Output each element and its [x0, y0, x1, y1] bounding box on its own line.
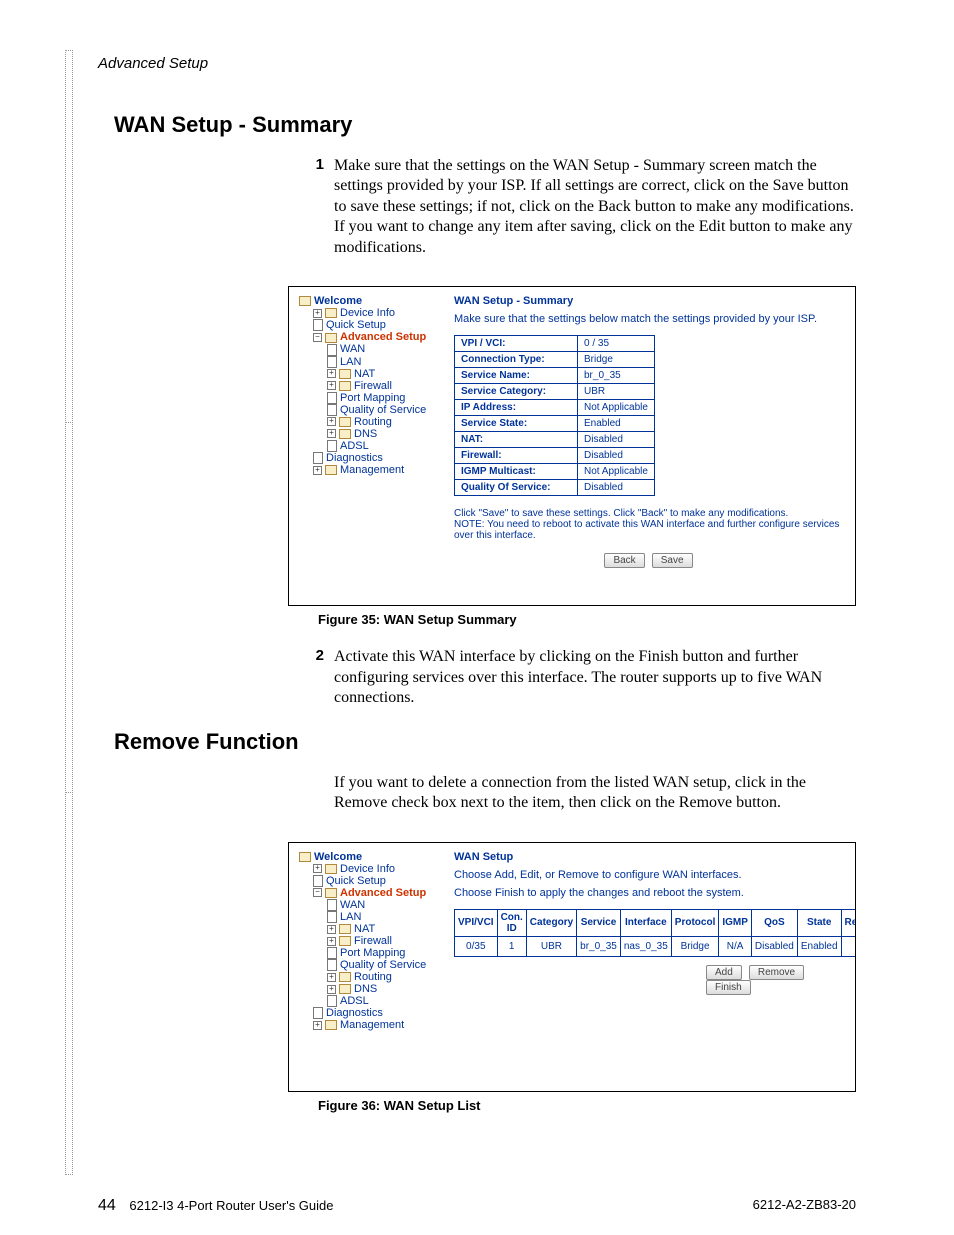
- tree2-adsl[interactable]: ADSL: [340, 995, 369, 1007]
- figure-35-note2: NOTE: You need to reboot to activate thi…: [454, 519, 843, 541]
- tree2-welcome[interactable]: Welcome: [314, 851, 362, 863]
- tree2-quick-setup[interactable]: Quick Setup: [326, 875, 386, 887]
- step-1-number: 1: [298, 156, 334, 258]
- tree-management[interactable]: Management: [340, 464, 404, 476]
- footer-left: 6212-I3 4-Port Router User's Guide: [129, 1198, 333, 1213]
- figure-35-content: WAN Setup - Summary Make sure that the s…: [454, 295, 843, 568]
- tree-firewall[interactable]: Firewall: [354, 380, 392, 392]
- tree2-diagnostics[interactable]: Diagnostics: [326, 1007, 383, 1019]
- tree-wan[interactable]: WAN: [340, 343, 365, 355]
- tree2-dns[interactable]: DNS: [354, 983, 377, 995]
- figure-35-title: WAN Setup - Summary: [454, 295, 843, 307]
- tree2-advanced-setup[interactable]: Advanced Setup: [340, 887, 426, 899]
- footer-right: 6212-A2-ZB83-20: [753, 1197, 856, 1215]
- heading-remove-function: Remove Function: [114, 729, 856, 755]
- running-header: Advanced Setup: [98, 55, 856, 72]
- figure-36-sub1: Choose Add, Edit, or Remove to configure…: [454, 869, 843, 881]
- figure-36: Welcome +Device Info Quick Setup −Advanc…: [288, 842, 856, 1113]
- step-2-text: Activate this WAN interface by clicking …: [334, 647, 856, 708]
- tree2-routing[interactable]: Routing: [354, 971, 392, 983]
- figure-36-content: WAN Setup Choose Add, Edit, or Remove to…: [454, 851, 843, 995]
- step-1: 1 Make sure that the settings on the WAN…: [298, 156, 856, 258]
- tree-advanced-setup[interactable]: Advanced Setup: [340, 331, 426, 343]
- tree2-lan[interactable]: LAN: [340, 911, 361, 923]
- tree2-nat[interactable]: NAT: [354, 923, 375, 935]
- figure-36-title: WAN Setup: [454, 851, 843, 863]
- back-button[interactable]: Back: [604, 553, 644, 568]
- tree-diagnostics[interactable]: Diagnostics: [326, 452, 383, 464]
- nav-tree: Welcome +Device Info Quick Setup −Advanc…: [299, 295, 444, 476]
- tree-lan[interactable]: LAN: [340, 356, 361, 368]
- nav-tree-2: Welcome +Device Info Quick Setup −Advanc…: [299, 851, 444, 1032]
- step-2-number: 2: [298, 647, 334, 708]
- tree-adsl[interactable]: ADSL: [340, 440, 369, 452]
- tree2-qos[interactable]: Quality of Service: [340, 959, 426, 971]
- tree-port-mapping[interactable]: Port Mapping: [340, 392, 405, 404]
- page: Advanced Setup WAN Setup - Summary 1 Mak…: [0, 0, 954, 1235]
- tree2-wan[interactable]: WAN: [340, 899, 365, 911]
- tree-quick-setup[interactable]: Quick Setup: [326, 319, 386, 331]
- remove-paragraph: If you want to delete a connection from …: [334, 773, 856, 814]
- figure-35-subtitle: Make sure that the settings below match …: [454, 313, 843, 325]
- figure-36-caption: Figure 36: WAN Setup List: [318, 1098, 856, 1113]
- table-row: 0/35 1 UBR br_0_35 nas_0_35 Bridge N/A D…: [455, 936, 857, 956]
- figure-35-caption: Figure 35: WAN Setup Summary: [318, 612, 856, 627]
- tree-device-info[interactable]: Device Info: [340, 307, 395, 319]
- figure-35: Welcome +Device Info Quick Setup −Advanc…: [288, 286, 856, 627]
- table-header-row: VPI/VCI Con. ID Category Service Interfa…: [455, 909, 857, 936]
- page-number: 44: [98, 1197, 116, 1214]
- tree2-device-info[interactable]: Device Info: [340, 863, 395, 875]
- tree2-port-mapping[interactable]: Port Mapping: [340, 947, 405, 959]
- remove-button[interactable]: Remove: [749, 965, 804, 980]
- step-2: 2 Activate this WAN interface by clickin…: [298, 647, 856, 708]
- tree-routing[interactable]: Routing: [354, 416, 392, 428]
- tree-nat[interactable]: NAT: [354, 368, 375, 380]
- tree-welcome[interactable]: Welcome: [314, 295, 362, 307]
- tree2-firewall[interactable]: Firewall: [354, 935, 392, 947]
- tree2-management[interactable]: Management: [340, 1019, 404, 1031]
- add-button[interactable]: Add: [706, 965, 742, 980]
- summary-table: VPI / VCI:0 / 35 Connection Type:Bridge …: [454, 335, 655, 496]
- finish-button[interactable]: Finish: [706, 980, 751, 995]
- page-footer: 44 6212-I3 4-Port Router User's Guide 62…: [98, 1197, 856, 1215]
- tree-dns[interactable]: DNS: [354, 428, 377, 440]
- heading-wan-summary: WAN Setup - Summary: [114, 112, 856, 138]
- save-button[interactable]: Save: [652, 553, 693, 568]
- figure-35-note1: Click "Save" to save these settings. Cli…: [454, 508, 843, 519]
- wan-list-table: VPI/VCI Con. ID Category Service Interfa…: [454, 909, 856, 957]
- step-1-text: Make sure that the settings on the WAN S…: [334, 156, 856, 258]
- figure-36-sub2: Choose Finish to apply the changes and r…: [454, 887, 843, 899]
- tree-qos[interactable]: Quality of Service: [340, 404, 426, 416]
